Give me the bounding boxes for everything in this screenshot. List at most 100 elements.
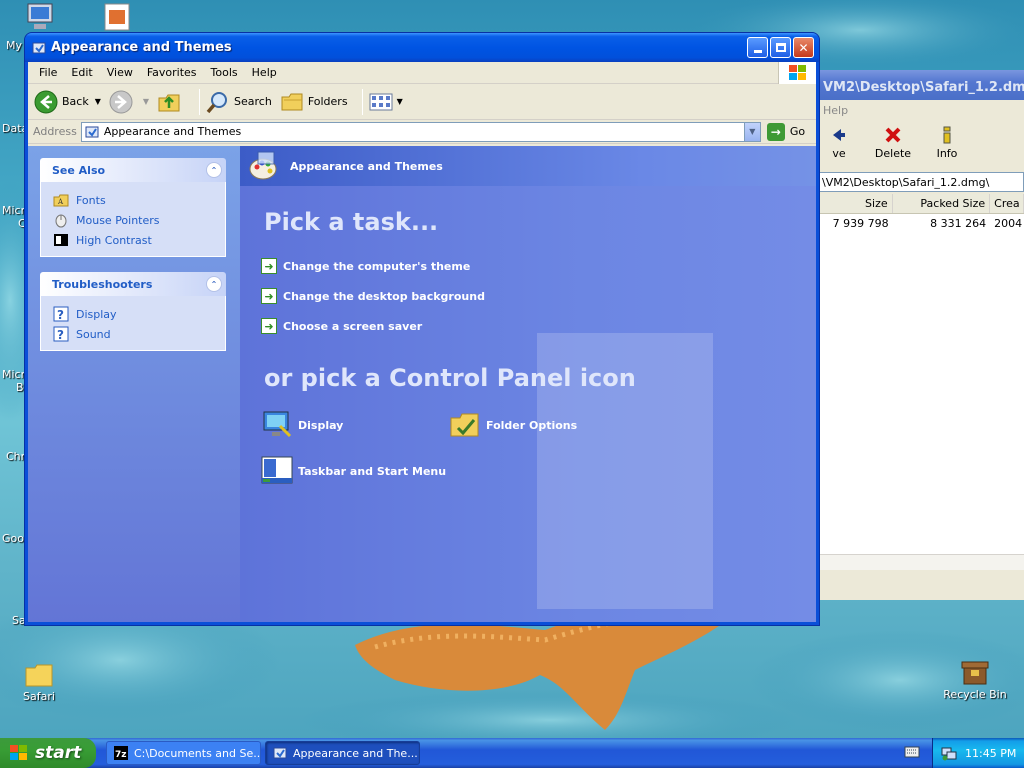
window-title: Appearance and Themes (51, 40, 232, 55)
horizontal-scrollbar[interactable] (819, 554, 1024, 570)
column-packed-size[interactable]: Packed Size (893, 194, 991, 213)
forward-button[interactable]: ▼ (109, 90, 149, 114)
maximize-button[interactable] (770, 37, 791, 58)
keyboard-icon[interactable] (904, 745, 920, 759)
window-titlebar[interactable]: Appearance and Themes ✕ (25, 33, 819, 62)
troubleshooters-header[interactable]: Troubleshooters ⌃ (40, 272, 226, 296)
desktop-label-chr: Chr (6, 450, 26, 463)
task-screen-saver-label: Choose a screen saver (283, 319, 423, 333)
see-also-fonts[interactable]: A Fonts (53, 190, 225, 210)
clock[interactable]: 11:45 PM (965, 747, 1016, 760)
desktop-app-icon[interactable] (102, 2, 132, 35)
back-label: Back (62, 95, 89, 108)
troubleshooter-display-label: Display (76, 307, 117, 321)
address-field[interactable]: Appearance and Themes ▼ (80, 121, 761, 142)
windows-logo-icon (778, 62, 816, 84)
collapse-chevron-icon[interactable]: ⌃ (206, 276, 222, 292)
back-dropdown-icon[interactable]: ▼ (95, 97, 101, 106)
archive-window-title: VM2\Desktop\Safari_1.2.dmg\ (819, 70, 1024, 100)
control-panel-icon (32, 42, 46, 53)
see-also-header[interactable]: See Also ⌃ (40, 158, 226, 182)
archive-delete-button[interactable]: Delete (873, 126, 913, 170)
taskbar-button-archive[interactable]: 7z C:\Documents and Se... (106, 741, 261, 765)
address-dropdown-icon[interactable]: ▼ (743, 122, 760, 141)
taskbar-button-appearance[interactable]: Appearance and The... (265, 741, 420, 765)
close-button[interactable]: ✕ (793, 37, 814, 58)
see-also-high-contrast[interactable]: High Contrast (53, 230, 225, 250)
menu-help[interactable]: Help (245, 66, 284, 79)
table-row[interactable]: 7 939 798 8 331 264 2004 (819, 214, 1024, 232)
network-icon[interactable] (941, 745, 957, 761)
forward-dropdown-icon[interactable]: ▼ (143, 97, 149, 106)
views-dropdown-icon[interactable]: ▼ (397, 97, 403, 106)
archive-menu-help[interactable]: Help (819, 100, 1024, 122)
menu-favorites[interactable]: Favorites (140, 66, 204, 79)
cp-icon-folder-options[interactable]: Folder Options (448, 408, 577, 442)
archive-app-icon: 7z (114, 746, 128, 760)
see-also-mouse-pointers[interactable]: Mouse Pointers (53, 210, 225, 230)
taskbar-button-appearance-label: Appearance and The... (293, 746, 418, 760)
task-change-background[interactable]: ➜ Change the desktop background (261, 281, 485, 311)
appearance-themes-window[interactable]: Appearance and Themes ✕ File Edit View F… (24, 32, 820, 626)
cell-size: 7 939 798 (832, 217, 889, 230)
menu-edit[interactable]: Edit (64, 66, 99, 79)
cp-icon-display[interactable]: Display (260, 408, 343, 442)
archive-info-button[interactable]: Info (927, 126, 967, 170)
start-button[interactable]: start (0, 738, 96, 768)
menu-file[interactable]: File (32, 66, 64, 79)
category-pane: Appearance and Themes Pick a task... ➜ C… (240, 146, 816, 622)
delete-x-icon (885, 127, 901, 143)
cp-icon-folder-options-label: Folder Options (486, 418, 578, 432)
archive-move-button[interactable]: ve (819, 126, 859, 170)
column-size[interactable]: Size (819, 194, 893, 213)
high-contrast-icon (54, 234, 68, 246)
search-label: Search (234, 95, 272, 108)
cp-icon-taskbar-start-menu[interactable]: Taskbar and Start Menu (260, 454, 446, 488)
menu-view[interactable]: View (100, 66, 140, 79)
appearance-themes-icon (249, 151, 277, 180)
help-icon: ? (53, 306, 69, 322)
desktop-label-my: My (6, 39, 23, 52)
menu-tools[interactable]: Tools (204, 66, 245, 79)
see-also-title: See Also (52, 163, 106, 177)
search-button[interactable]: Search (206, 90, 272, 114)
task-arrow-icon: ➜ (261, 288, 277, 304)
safari-folder-icon[interactable]: Safari (14, 660, 64, 703)
troubleshooter-sound[interactable]: ? Sound (53, 324, 225, 344)
task-arrow-icon: ➜ (261, 258, 277, 274)
troubleshooters-title: Troubleshooters (52, 277, 153, 291)
display-icon (263, 411, 292, 438)
minimize-button[interactable] (747, 37, 768, 58)
archive-info-label: Info (936, 147, 958, 160)
troubleshooter-display[interactable]: ? Display (53, 304, 225, 324)
go-button[interactable]: → Go (766, 122, 805, 141)
archive-window[interactable]: VM2\Desktop\Safari_1.2.dmg\ Help ve Dele… (818, 70, 1024, 600)
menu-bar: File Edit View Favorites Tools Help (28, 62, 816, 84)
archive-file-list[interactable]: Size Packed Size Crea 7 939 798 8 331 26… (819, 194, 1024, 554)
column-created[interactable]: Crea (990, 194, 1024, 213)
category-title: Appearance and Themes (290, 159, 443, 173)
address-label: Address (33, 125, 77, 138)
task-screen-saver[interactable]: ➜ Choose a screen saver (261, 311, 485, 341)
recycle-bin-icon[interactable]: Recycle Bin (940, 656, 1010, 701)
archive-status-bar (819, 570, 1024, 594)
taskbar-button-archive-label: C:\Documents and Se... (134, 746, 261, 760)
see-also-mouse-pointers-label: Mouse Pointers (76, 213, 160, 227)
folders-button[interactable]: Folders (280, 90, 348, 114)
task-arrow-icon: ➜ (261, 318, 277, 334)
task-change-theme[interactable]: ➜ Change the computer's theme (261, 251, 485, 281)
views-button[interactable]: ▼ (369, 90, 403, 114)
control-panel-icon (85, 126, 99, 137)
forward-arrow-icon (109, 90, 133, 113)
back-button[interactable]: Back ▼ (34, 90, 101, 114)
cell-created: 2004 (994, 217, 1023, 230)
archive-path-field[interactable]: \VM2\Desktop\Safari_1.2.dmg\ (819, 172, 1024, 192)
my-computer-icon[interactable] (24, 2, 56, 35)
cp-icon-display-label: Display (298, 418, 344, 432)
safari-folder-label: Safari (23, 690, 55, 703)
desktop-label-goo: Goo (2, 532, 24, 545)
system-tray: 11:45 PM (932, 738, 1024, 768)
up-folder-button[interactable] (157, 90, 185, 114)
svg-text:?: ? (57, 308, 64, 322)
collapse-chevron-icon[interactable]: ⌃ (206, 162, 222, 178)
